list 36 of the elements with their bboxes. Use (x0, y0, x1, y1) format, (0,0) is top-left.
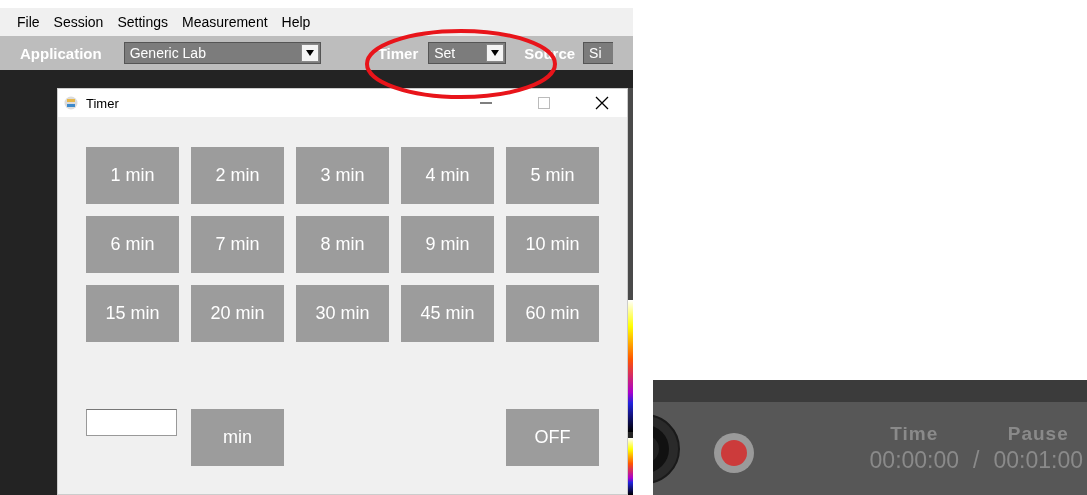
preset-time-button[interactable]: 4 min (401, 147, 494, 204)
app-icon (64, 96, 78, 110)
dropdown-arrow-icon[interactable] (489, 49, 502, 57)
source-dropdown[interactable]: Si (583, 42, 614, 64)
knob-icon (653, 412, 683, 485)
preset-time-button[interactable]: 3 min (296, 147, 389, 204)
dropdown-arrow-icon[interactable] (303, 49, 316, 57)
menu-item[interactable]: Settings (110, 14, 175, 30)
preset-time-button[interactable]: 8 min (296, 216, 389, 273)
menu-item[interactable]: Session (46, 14, 111, 30)
minutes-button[interactable]: min (191, 409, 284, 466)
preset-time-button[interactable]: 5 min (506, 147, 599, 204)
separator: / (973, 447, 980, 474)
menu-item[interactable]: Measurement (174, 14, 275, 30)
preset-time-button[interactable]: 10 min (506, 216, 599, 273)
timer-label: Timer (377, 44, 419, 62)
application-dropdown[interactable]: Generic Lab (123, 42, 321, 64)
preset-time-button[interactable]: 7 min (191, 216, 284, 273)
dialog-title: Timer (86, 95, 120, 111)
preset-time-button[interactable]: 60 min (506, 285, 599, 342)
preset-time-button[interactable]: 45 min (401, 285, 494, 342)
preset-time-button[interactable]: 9 min (401, 216, 494, 273)
preset-time-button[interactable]: 20 min (191, 285, 284, 342)
menu-item[interactable]: Help (274, 14, 318, 30)
off-button[interactable]: OFF (506, 409, 599, 466)
preset-time-button[interactable]: 1 min (86, 147, 179, 204)
timer-dropdown[interactable]: Set (428, 42, 507, 64)
application-label: Application (20, 44, 102, 62)
menu-item[interactable]: File (10, 14, 47, 30)
preset-time-button[interactable]: 30 min (296, 285, 389, 342)
minutes-input-field[interactable] (86, 409, 177, 436)
preset-time-button[interactable]: 15 min (86, 285, 179, 342)
close-icon[interactable] (595, 96, 609, 110)
preset-time-button[interactable]: 6 min (86, 216, 179, 273)
record-icon[interactable] (713, 431, 755, 474)
preset-time-button[interactable]: 2 min (191, 147, 284, 204)
